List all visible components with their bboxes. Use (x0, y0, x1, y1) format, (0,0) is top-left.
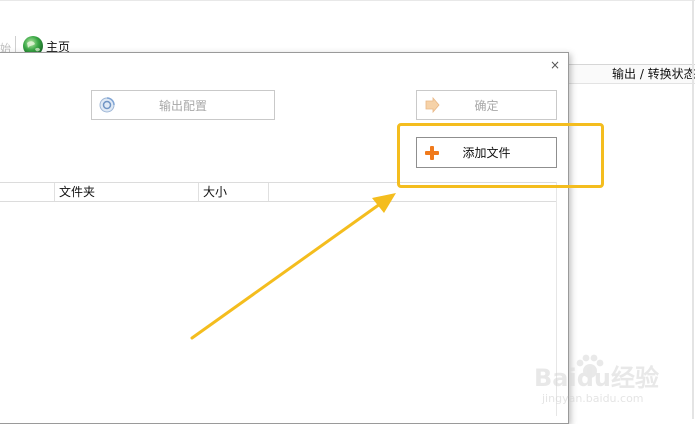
ok-label: 确定 (474, 98, 499, 113)
screenshot: 始 主页 输出 / 转换状态 × 输出配置 确定 添加文件 文件夹 大小 Bai… (0, 0, 695, 424)
column-header-size[interactable]: 大小 (198, 183, 268, 201)
file-list[interactable] (0, 202, 556, 416)
watermark-main-text: Baidu经验 (534, 364, 659, 392)
output-config-label: 输出配置 (158, 98, 207, 113)
column-header-folder[interactable]: 文件夹 (54, 183, 198, 201)
ok-button[interactable]: 确定 (416, 90, 557, 120)
highlight-box (397, 123, 604, 188)
output-config-button[interactable]: 输出配置 (91, 90, 275, 120)
baidu-watermark: Baidu经验 jingyan.baidu.com (528, 352, 678, 416)
background-window-border (692, 0, 694, 419)
close-button[interactable]: × (549, 58, 561, 72)
background-window-edge (0, 0, 695, 1)
output-status-column-header[interactable]: 输出 / 转换状态 (569, 64, 695, 84)
watermark-url: jingyan.baidu.com (542, 392, 644, 405)
